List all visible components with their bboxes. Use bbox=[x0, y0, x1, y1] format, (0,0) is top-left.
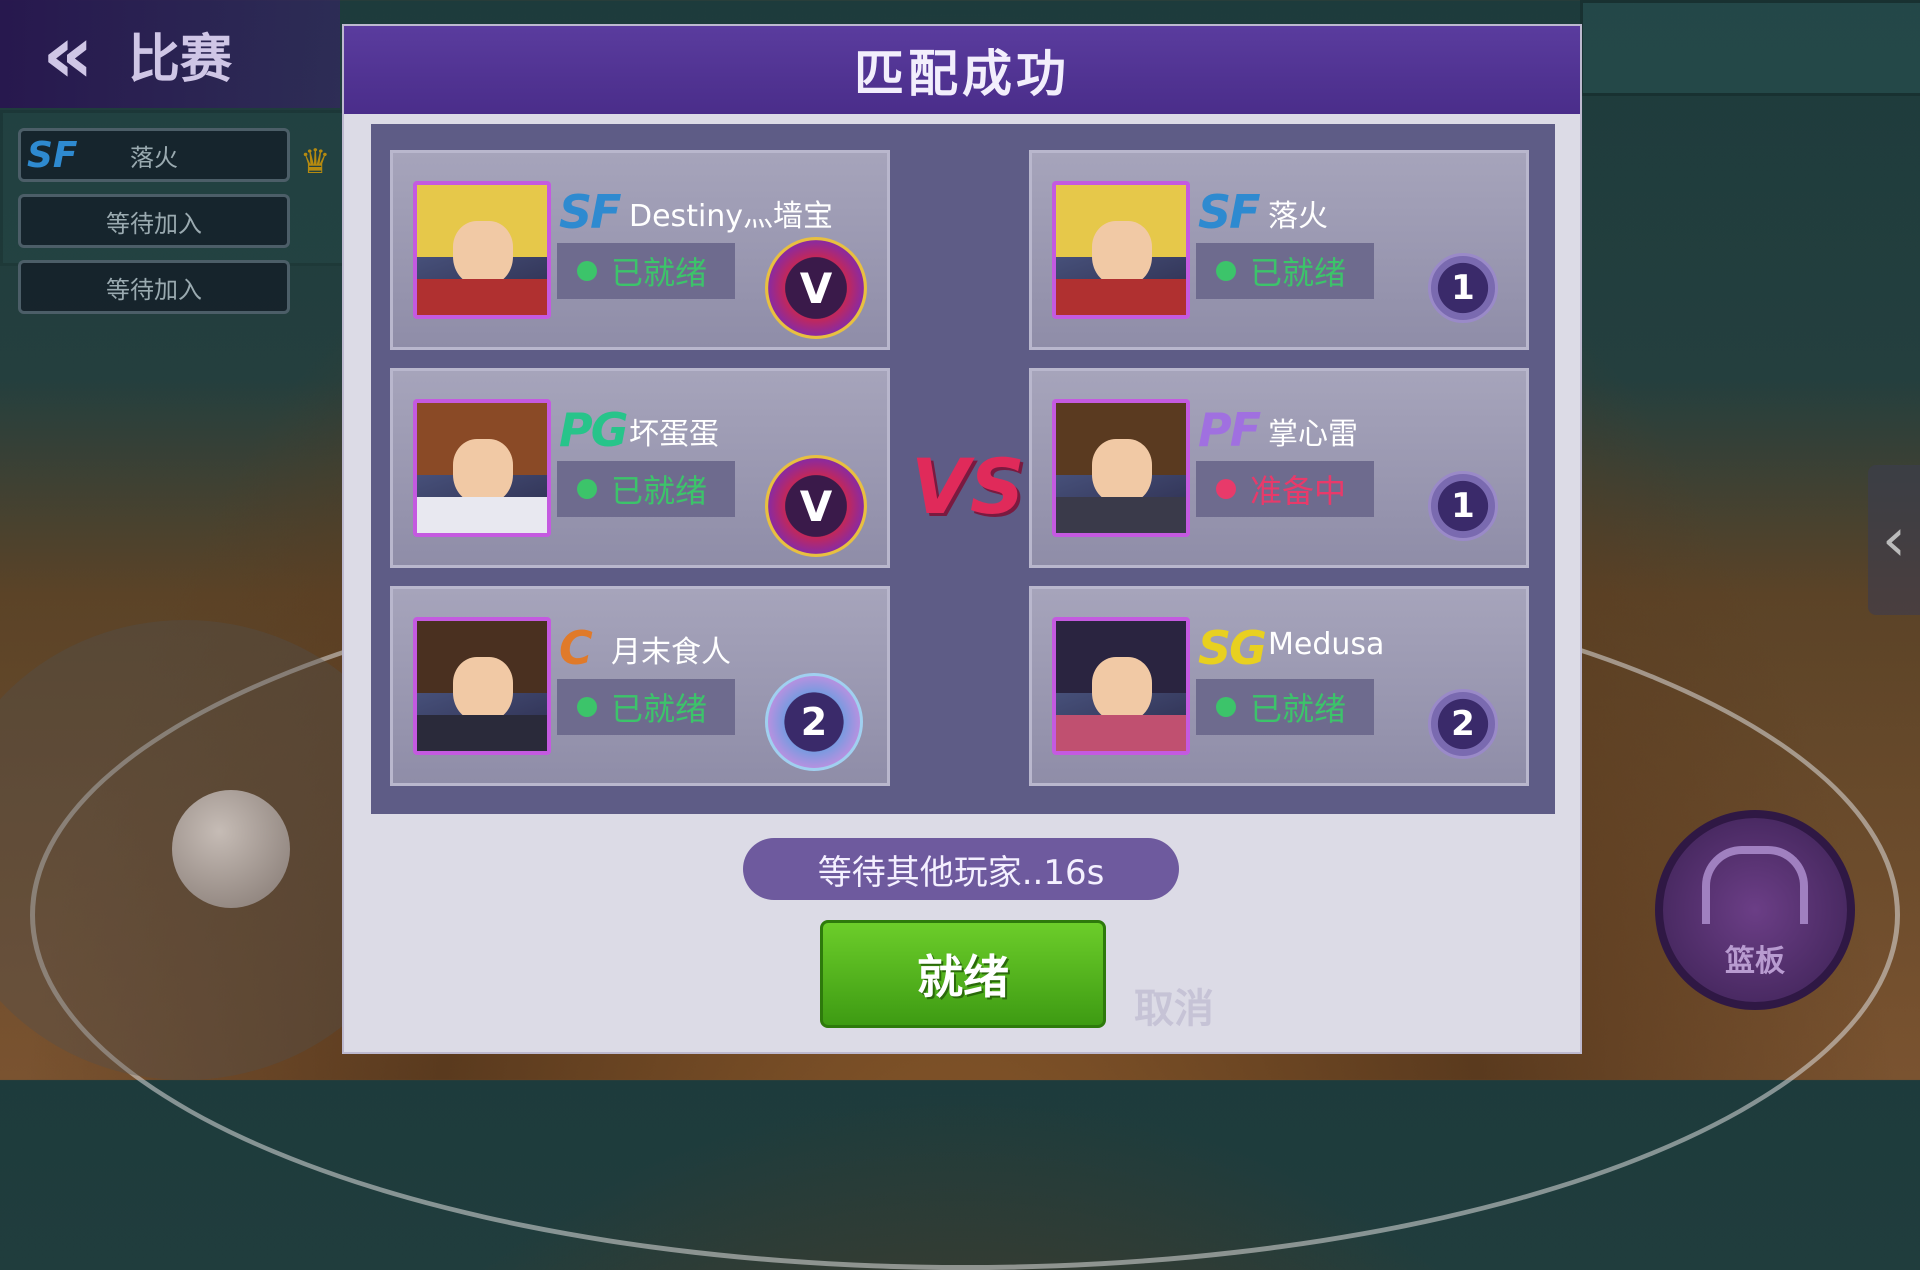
lobby-slot-1[interactable]: SF 落火 bbox=[18, 128, 290, 182]
lobby-slot-2[interactable]: 等待加入 bbox=[18, 194, 290, 248]
player-position: SF bbox=[1198, 185, 1261, 239]
status-text: 已就绪 bbox=[611, 254, 708, 292]
status-text: 已就绪 bbox=[1250, 254, 1347, 292]
ready-button[interactable]: 就绪 bbox=[820, 920, 1106, 1028]
status-text: 已就绪 bbox=[611, 472, 708, 510]
player-card[interactable]: SF 落火已就绪 1 bbox=[1029, 150, 1529, 350]
lobby-slot-label: 等待加入 bbox=[106, 275, 202, 304]
lobby-slot-label: 等待加入 bbox=[106, 209, 202, 238]
player-name: 落火 bbox=[1268, 199, 1328, 234]
ready-status: 已就绪 bbox=[557, 461, 735, 517]
player-position: PG bbox=[559, 403, 628, 457]
player-avatar bbox=[1052, 181, 1190, 319]
cancel-button[interactable]: 取消 bbox=[1134, 976, 1214, 1034]
status-dot-icon bbox=[1216, 697, 1236, 717]
avatar-face bbox=[1092, 221, 1153, 287]
status-dot-icon bbox=[577, 479, 597, 499]
rank-badge-icon: V bbox=[765, 455, 867, 557]
player-avatar bbox=[413, 399, 551, 537]
player-card[interactable]: SG Medusa 已就绪 2 bbox=[1029, 586, 1529, 786]
avatar-shirt bbox=[417, 714, 547, 751]
avatar-shirt bbox=[417, 496, 547, 533]
hoop-icon bbox=[1702, 846, 1808, 924]
page-title: 比赛 bbox=[128, 29, 233, 90]
status-text: 已就绪 bbox=[1250, 690, 1347, 728]
double-chevron-left-icon[interactable]: « bbox=[14, 8, 104, 101]
player-name: Medusa bbox=[1268, 627, 1385, 662]
player-avatar bbox=[1052, 399, 1190, 537]
avatar-face bbox=[1092, 657, 1153, 723]
player-position: C bbox=[559, 621, 593, 675]
status-dot-icon bbox=[577, 697, 597, 717]
player-avatar bbox=[413, 181, 551, 319]
avatar-shirt bbox=[1056, 714, 1186, 751]
status-text: 准备中 bbox=[1250, 472, 1347, 510]
player-card[interactable]: PF 掌心雷准备中 1 bbox=[1029, 368, 1529, 568]
status-text: 已就绪 bbox=[611, 690, 708, 728]
avatar-shirt bbox=[1056, 278, 1186, 315]
vs-label: VS bbox=[911, 442, 1025, 531]
player-name: 掌心雷 bbox=[1268, 417, 1358, 452]
player-card[interactable]: SF Destiny灬墙宝已就绪 V bbox=[390, 150, 890, 350]
avatar-shirt bbox=[1056, 496, 1186, 533]
rank-badge-icon: 1 bbox=[1428, 471, 1498, 541]
rank-badge-icon: V bbox=[765, 237, 867, 339]
avatar-face bbox=[453, 657, 514, 723]
top-bar: « 比赛 bbox=[0, 0, 340, 108]
ready-status: 已就绪 bbox=[1196, 679, 1374, 735]
avatar-face bbox=[453, 221, 514, 287]
basketball-icon bbox=[172, 790, 290, 908]
player-name: 月末食人 bbox=[611, 635, 731, 670]
player-position: SF bbox=[559, 185, 622, 239]
ready-status: 已就绪 bbox=[557, 679, 735, 735]
lobby-slot-label: 落火 bbox=[130, 143, 178, 172]
lobby-slot-position: SF bbox=[27, 134, 78, 176]
ready-status: 已就绪 bbox=[1196, 243, 1374, 299]
avatar-shirt bbox=[417, 278, 547, 315]
status-dot-icon bbox=[1216, 479, 1236, 499]
rebound-label: 篮板 bbox=[1725, 944, 1785, 979]
player-position: PF bbox=[1198, 403, 1261, 457]
crown-icon: ♛ bbox=[300, 142, 331, 182]
avatar-face bbox=[453, 439, 514, 505]
teams-panel: SF Destiny灬墙宝 已就绪 V PG 坏蛋蛋 已就绪 V C 月末食人 已就绪 2 SF 落火已… bbox=[371, 124, 1555, 814]
lobby-slot-3[interactable]: 等待加入 bbox=[18, 260, 290, 314]
ready-status: 准备中 bbox=[1196, 461, 1374, 517]
avatar-face bbox=[1092, 439, 1153, 505]
player-position: SG bbox=[1198, 621, 1267, 675]
rebound-button[interactable]: 篮板 bbox=[1655, 810, 1855, 1010]
rank-badge-icon: 1 bbox=[1428, 253, 1498, 323]
waiting-status: 等待其他玩家..16s bbox=[743, 838, 1179, 900]
rank-badge-icon: 2 bbox=[765, 673, 863, 771]
background-window bbox=[1580, 0, 1920, 96]
ready-status: 已就绪 bbox=[557, 243, 735, 299]
player-name: Destiny灬墙宝 bbox=[629, 199, 834, 234]
match-found-dialog: 匹配成功 SF Destiny灬墙宝 已就绪 V PG 坏蛋蛋 已就绪 V C 月末食人 已就绪 2 … bbox=[342, 24, 1582, 1054]
dialog-title: 匹配成功 bbox=[344, 26, 1580, 114]
player-name: 坏蛋蛋 bbox=[629, 417, 719, 452]
rank-badge-icon: 2 bbox=[1428, 689, 1498, 759]
player-card[interactable]: PG 坏蛋蛋已就绪 V bbox=[390, 368, 890, 568]
chevron-left-icon[interactable]: ‹ bbox=[1868, 465, 1920, 615]
status-dot-icon bbox=[1216, 261, 1236, 281]
player-avatar bbox=[1052, 617, 1190, 755]
status-dot-icon bbox=[577, 261, 597, 281]
player-avatar bbox=[413, 617, 551, 755]
player-card[interactable]: C 月末食人已就绪 2 bbox=[390, 586, 890, 786]
